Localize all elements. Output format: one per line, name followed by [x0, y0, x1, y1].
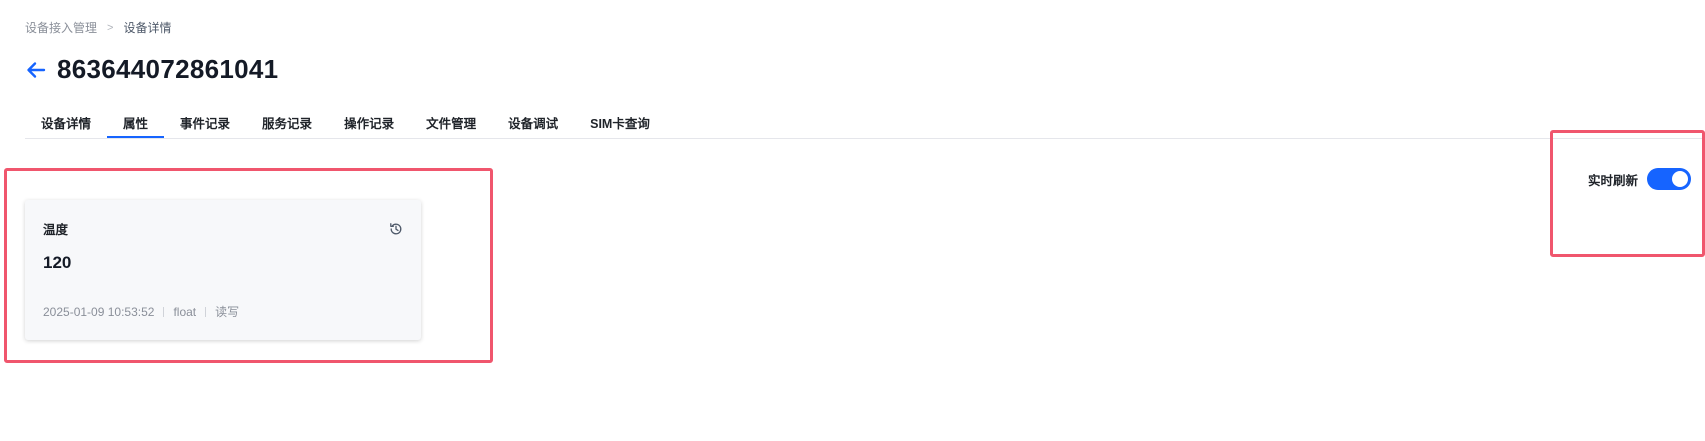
device-detail-page: 设备接入管理 > 设备详情 863644072861041 设备详情 属性 事件… [0, 0, 1705, 441]
property-name: 温度 [43, 223, 69, 237]
history-icon[interactable] [389, 222, 403, 236]
breadcrumb-device-access[interactable]: 设备接入管理 [25, 19, 97, 36]
tab-label: 设备调试 [508, 117, 559, 131]
property-data-type: float [173, 304, 197, 319]
breadcrumb-separator: > [107, 21, 114, 34]
property-meta: 2025-01-09 10:53:52 float 读写 [43, 303, 239, 320]
tab-label: SIM卡查询 [590, 117, 650, 131]
meta-divider [205, 306, 207, 317]
toggle-knob [1672, 171, 1689, 187]
property-value: 120 [43, 253, 72, 272]
breadcrumb: 设备接入管理 > 设备详情 [25, 19, 171, 36]
tab-label: 设备详情 [41, 117, 92, 131]
tab-properties[interactable]: 属性 [107, 108, 165, 138]
tab-label: 属性 [123, 117, 149, 131]
property-card-temperature: 温度 120 2025-01-09 10:53:52 float 读写 [25, 200, 421, 340]
breadcrumb-current: 设备详情 [123, 21, 172, 35]
tab-sim-query[interactable]: SIM卡查询 [574, 108, 666, 137]
tab-device-details[interactable]: 设备详情 [25, 108, 107, 137]
highlight-box-refresh [1550, 130, 1705, 257]
tab-operation-records[interactable]: 操作记录 [328, 108, 410, 137]
meta-divider [163, 306, 165, 317]
tab-label: 文件管理 [426, 117, 477, 131]
property-timestamp: 2025-01-09 10:53:52 [43, 304, 155, 319]
title-row: 863644072861041 [25, 54, 278, 85]
realtime-refresh-label: 实时刷新 [1588, 173, 1639, 188]
realtime-refresh-control: 实时刷新 [1588, 168, 1692, 190]
property-access-mode: 读写 [215, 305, 240, 319]
realtime-refresh-toggle[interactable] [1647, 168, 1692, 190]
tab-event-records[interactable]: 事件记录 [164, 108, 246, 137]
tab-label: 操作记录 [344, 117, 395, 131]
tab-file-management[interactable]: 文件管理 [410, 108, 492, 137]
tab-device-debugging[interactable]: 设备调试 [492, 108, 574, 137]
arrow-left-icon[interactable] [25, 59, 47, 81]
tab-label: 服务记录 [262, 117, 313, 131]
page-title: 863644072861041 [57, 54, 279, 84]
tab-service-records[interactable]: 服务记录 [246, 108, 328, 137]
tab-label: 事件记录 [180, 117, 231, 131]
tab-bar: 设备详情 属性 事件记录 服务记录 操作记录 文件管理 设备调试 SIM卡查询 [25, 108, 1702, 139]
